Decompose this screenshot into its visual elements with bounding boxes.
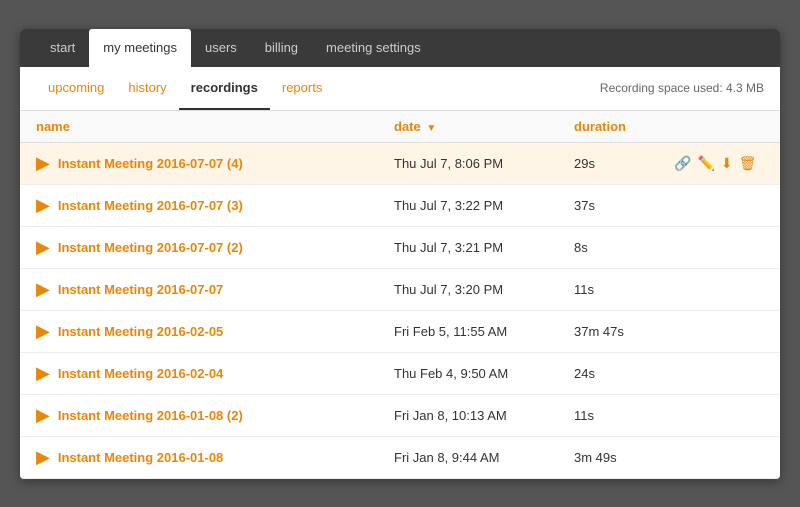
play-icon[interactable]: ▶ (36, 405, 50, 426)
top-nav: start my meetings users billing meeting … (20, 29, 780, 67)
nav-item-billing[interactable]: billing (251, 29, 312, 67)
table-header: name date ▼ duration (20, 111, 780, 143)
row-name-cell: ▶ Instant Meeting 2016-01-08 (36, 447, 394, 468)
row-date-cell: Thu Jul 7, 3:21 PM (394, 240, 574, 255)
table-row: ▶ Instant Meeting 2016-02-05 Fri Feb 5, … (20, 311, 780, 353)
table-row: ▶ Instant Meeting 2016-07-07 (2) Thu Jul… (20, 227, 780, 269)
meeting-name[interactable]: Instant Meeting 2016-07-07 (4) (58, 156, 243, 171)
row-duration-cell: 24s (574, 366, 674, 381)
row-duration-cell: 37m 47s (574, 324, 674, 339)
nav-item-start[interactable]: start (36, 29, 89, 67)
link-icon[interactable]: 🔗 (674, 155, 691, 172)
meeting-name[interactable]: Instant Meeting 2016-07-07 (2) (58, 240, 243, 255)
row-duration-cell: 3m 49s (574, 450, 674, 465)
row-duration-cell: 37s (574, 198, 674, 213)
row-duration-cell: 11s (574, 282, 674, 297)
download-icon[interactable]: ⬇ (721, 155, 733, 172)
play-icon[interactable]: ▶ (36, 195, 50, 216)
nav-item-my-meetings[interactable]: my meetings (89, 29, 191, 67)
edit-icon[interactable]: ✏️ (697, 155, 714, 172)
row-name-cell: ▶ Instant Meeting 2016-07-07 (2) (36, 237, 394, 258)
recordings-table: name date ▼ duration ▶ Instant Meeting 2… (20, 111, 780, 479)
play-icon[interactable]: ▶ (36, 321, 50, 342)
recording-space-label: Recording space used: 4.3 MB (600, 81, 764, 95)
col-header-name: name (36, 119, 394, 134)
table-row: ▶ Instant Meeting 2016-01-08 Fri Jan 8, … (20, 437, 780, 479)
row-duration-cell: 29s (574, 156, 674, 171)
row-name-cell: ▶ Instant Meeting 2016-07-07 (3) (36, 195, 394, 216)
meeting-name[interactable]: Instant Meeting 2016-07-07 (3) (58, 198, 243, 213)
table-row: ▶ Instant Meeting 2016-07-07 (3) Thu Jul… (20, 185, 780, 227)
table-row: ▶ Instant Meeting 2016-07-07 (4) Thu Jul… (20, 143, 780, 185)
table-row: ▶ Instant Meeting 2016-02-04 Thu Feb 4, … (20, 353, 780, 395)
nav-item-meeting-settings[interactable]: meeting settings (312, 29, 435, 67)
nav-item-users[interactable]: users (191, 29, 251, 67)
subnav-reports[interactable]: reports (270, 66, 334, 110)
play-icon[interactable]: ▶ (36, 447, 50, 468)
col-header-actions (674, 119, 764, 134)
meeting-name[interactable]: Instant Meeting 2016-02-05 (58, 324, 223, 339)
play-icon[interactable]: ▶ (36, 279, 50, 300)
row-duration-cell: 8s (574, 240, 674, 255)
row-date-cell: Thu Jul 7, 3:22 PM (394, 198, 574, 213)
meeting-name[interactable]: Instant Meeting 2016-01-08 (2) (58, 408, 243, 423)
row-duration-cell: 11s (574, 408, 674, 423)
app-container: start my meetings users billing meeting … (20, 29, 780, 479)
table-row: ▶ Instant Meeting 2016-07-07 Thu Jul 7, … (20, 269, 780, 311)
sub-nav: upcoming history recordings reports Reco… (20, 67, 780, 111)
row-name-cell: ▶ Instant Meeting 2016-02-04 (36, 363, 394, 384)
row-date-cell: Fri Jan 8, 9:44 AM (394, 450, 574, 465)
col-header-duration: duration (574, 119, 674, 134)
col-header-date[interactable]: date ▼ (394, 119, 574, 134)
subnav-recordings[interactable]: recordings (179, 66, 270, 110)
row-date-cell: Fri Feb 5, 11:55 AM (394, 324, 574, 339)
table-body: ▶ Instant Meeting 2016-07-07 (4) Thu Jul… (20, 143, 780, 479)
meeting-name[interactable]: Instant Meeting 2016-07-07 (58, 282, 223, 297)
subnav-history[interactable]: history (116, 66, 178, 110)
meeting-name[interactable]: Instant Meeting 2016-02-04 (58, 366, 223, 381)
row-name-cell: ▶ Instant Meeting 2016-02-05 (36, 321, 394, 342)
row-name-cell: ▶ Instant Meeting 2016-07-07 (4) (36, 153, 394, 174)
play-icon[interactable]: ▶ (36, 237, 50, 258)
row-name-cell: ▶ Instant Meeting 2016-07-07 (36, 279, 394, 300)
sort-arrow-icon: ▼ (426, 123, 436, 134)
row-date-cell: Fri Jan 8, 10:13 AM (394, 408, 574, 423)
row-name-cell: ▶ Instant Meeting 2016-01-08 (2) (36, 405, 394, 426)
row-actions-cell: 🔗 ✏️ ⬇ 🗑 (674, 155, 764, 172)
row-date-cell: Thu Feb 4, 9:50 AM (394, 366, 574, 381)
table-row: ▶ Instant Meeting 2016-01-08 (2) Fri Jan… (20, 395, 780, 437)
row-date-cell: Thu Jul 7, 8:06 PM (394, 156, 574, 171)
meeting-name[interactable]: Instant Meeting 2016-01-08 (58, 450, 223, 465)
delete-icon[interactable]: 🗑 (739, 155, 757, 172)
subnav-upcoming[interactable]: upcoming (36, 66, 116, 110)
play-icon[interactable]: ▶ (36, 363, 50, 384)
play-icon[interactable]: ▶ (36, 153, 50, 174)
row-date-cell: Thu Jul 7, 3:20 PM (394, 282, 574, 297)
